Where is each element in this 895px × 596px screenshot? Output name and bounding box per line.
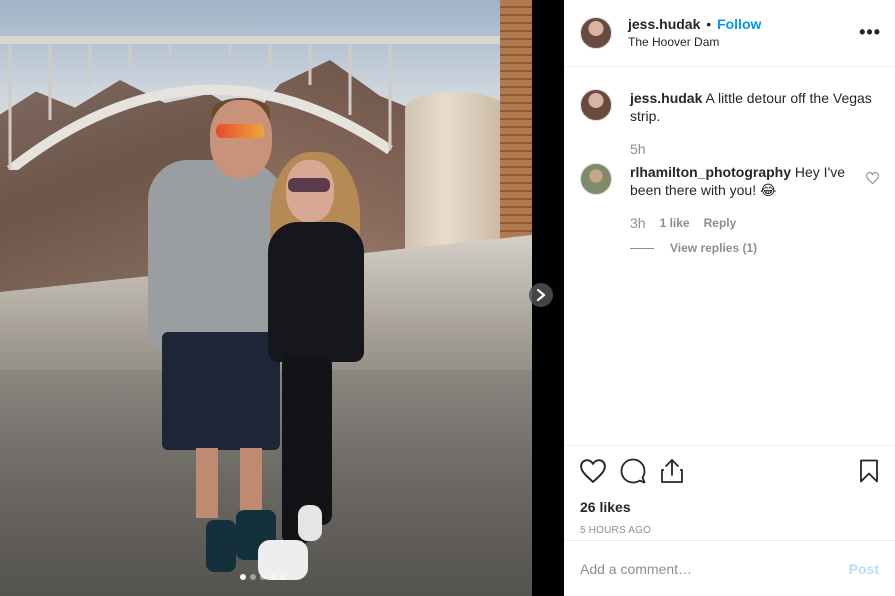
header-text: jess.hudak • Follow The Hoover Dam <box>628 16 761 50</box>
like-heart-icon[interactable] <box>580 459 606 483</box>
post-button[interactable]: Post <box>849 561 879 577</box>
post-side-panel: jess.hudak • Follow The Hoover Dam ••• j… <box>564 0 895 596</box>
caption-meta: 5h <box>630 140 879 158</box>
header-username[interactable]: jess.hudak <box>628 16 700 32</box>
header-bullet: • <box>706 16 712 32</box>
add-comment-bar: Post <box>564 540 895 596</box>
caption-time[interactable]: 5h <box>630 140 646 158</box>
avatar[interactable] <box>580 89 612 121</box>
photo-man-sweater <box>148 160 288 350</box>
photo-woman-sunglasses <box>288 178 330 192</box>
comment-heart-icon[interactable] <box>865 171 880 189</box>
list-item: rlhamilton_photography Hey I've been the… <box>580 163 880 232</box>
post-header: jess.hudak • Follow The Hoover Dam ••• <box>564 0 895 67</box>
action-icons <box>580 456 879 486</box>
carousel-next-button[interactable] <box>529 283 553 307</box>
photo-woman-leg <box>306 355 332 525</box>
follow-button[interactable]: Follow <box>717 16 761 32</box>
post-actions: 26 likes 5 HOURS AGO <box>564 445 895 540</box>
photo-man-sunglasses <box>216 124 264 138</box>
carousel-dot <box>260 574 266 580</box>
view-replies-label: View replies (1) <box>670 241 758 255</box>
photo-woman-jacket <box>268 222 364 362</box>
photo-man-leg <box>240 448 262 518</box>
comment-likes[interactable]: 1 like <box>660 214 690 232</box>
location-link[interactable]: The Hoover Dam <box>628 34 761 50</box>
carousel-dot <box>250 574 256 580</box>
photo-man-shorts <box>162 332 280 450</box>
comment-meta: 3h 1 like Reply <box>630 214 860 232</box>
comment-bubble-icon[interactable] <box>620 458 646 484</box>
photo-building <box>500 0 532 240</box>
carousel-dot <box>240 574 246 580</box>
post-timestamp[interactable]: 5 HOURS AGO <box>580 525 879 536</box>
post-photo[interactable] <box>0 0 532 596</box>
photo-man-shoe <box>206 520 236 572</box>
caption-body: jess.hudak A little detour off the Vegas… <box>630 89 879 158</box>
carousel-dot <box>280 574 286 580</box>
photo-man-leg <box>196 448 218 518</box>
bookmark-icon[interactable] <box>859 459 879 483</box>
likes-count[interactable]: 26 likes <box>580 499 879 515</box>
view-replies-button[interactable]: View replies (1) <box>630 241 879 255</box>
carousel-dot <box>270 574 276 580</box>
caption: jess.hudak A little detour off the Vegas… <box>580 89 879 158</box>
more-options-icon[interactable]: ••• <box>859 22 881 43</box>
comment-time[interactable]: 3h <box>630 214 646 232</box>
photo-man-head <box>210 100 272 178</box>
comment-input[interactable] <box>580 560 849 577</box>
avatar[interactable] <box>580 17 612 49</box>
replies-divider <box>630 247 654 249</box>
comments-list: jess.hudak A little detour off the Vegas… <box>564 67 895 445</box>
header-line: jess.hudak • Follow <box>628 16 761 32</box>
share-icon[interactable] <box>660 458 684 484</box>
reply-button[interactable]: Reply <box>704 214 737 232</box>
comment-username[interactable]: rlhamilton_photography <box>630 164 791 180</box>
caption-username[interactable]: jess.hudak <box>630 90 702 106</box>
comment-body: rlhamilton_photography Hey I've been the… <box>630 163 860 232</box>
photo-intake-tower <box>405 92 505 262</box>
carousel-dots <box>240 574 286 580</box>
photo-woman-shoe <box>298 505 322 541</box>
avatar[interactable] <box>580 163 612 195</box>
chevron-right-icon <box>536 289 546 301</box>
